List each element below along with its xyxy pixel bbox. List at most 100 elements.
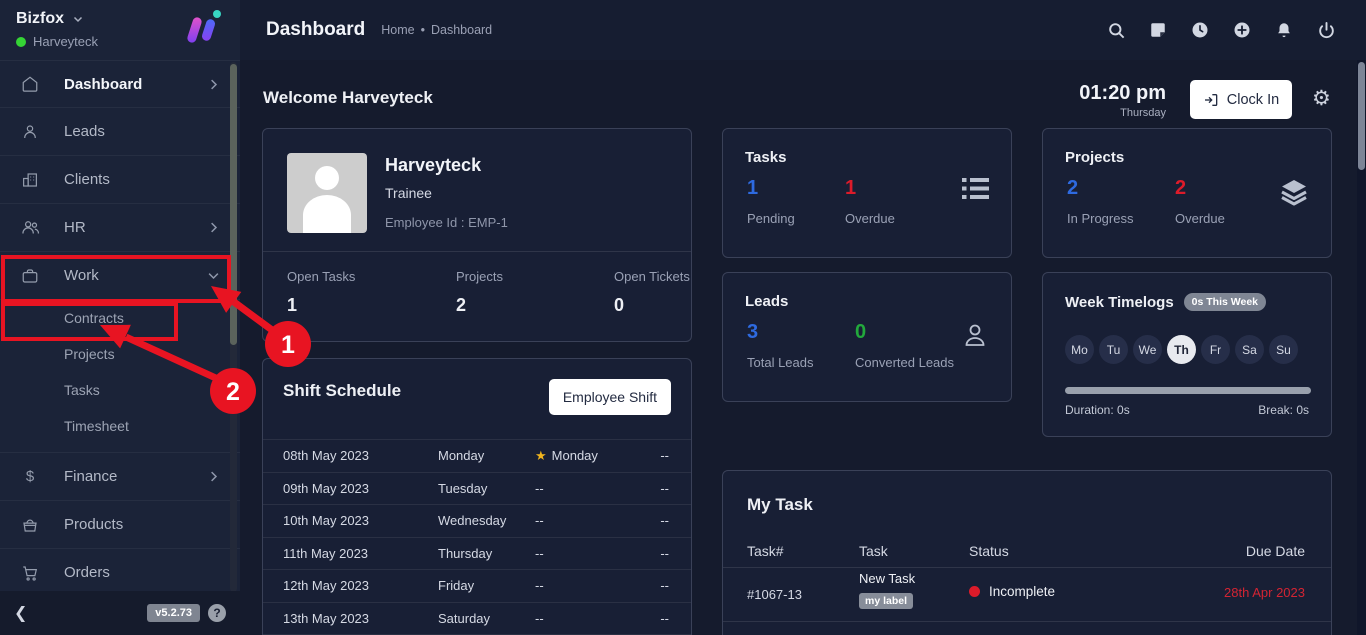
status-dot-icon: [969, 586, 980, 597]
shift-row: 11th May 2023 Thursday -- --: [263, 537, 691, 570]
log-in-icon: [1203, 92, 1219, 108]
version-badge: v5.2.73: [147, 604, 200, 622]
day-su[interactable]: Su: [1269, 335, 1298, 364]
cart-icon: [20, 563, 40, 583]
clock-icon[interactable]: [1190, 20, 1210, 40]
projects-value: 2: [456, 295, 466, 316]
tasks-overdue-label: Overdue: [845, 211, 895, 226]
sidebar-item-work[interactable]: Work: [0, 252, 240, 300]
sidebar-item-orders[interactable]: Orders: [0, 549, 240, 597]
power-icon[interactable]: [1316, 20, 1336, 40]
projects-card: Projects 2 In Progress 2 Overdue: [1042, 128, 1332, 258]
shift-row: 10th May 2023 Wednesday -- --: [263, 504, 691, 537]
help-icon[interactable]: ?: [208, 604, 226, 622]
employee-shift-button[interactable]: Employee Shift: [549, 379, 671, 415]
sidebar-subitem-timesheet[interactable]: Timesheet: [0, 408, 240, 444]
breadcrumb-home[interactable]: Home: [381, 23, 414, 37]
week-timelogs-title: Week Timelogs: [1065, 294, 1174, 311]
topbar-icons: [1106, 20, 1336, 40]
open-tasks-value: 1: [287, 295, 297, 316]
sidebar-item-leads[interactable]: Leads: [0, 108, 240, 156]
clock-in-button[interactable]: Clock In: [1190, 80, 1292, 119]
page-title: Dashboard: [266, 19, 365, 41]
projects-inprogress-label: In Progress: [1067, 211, 1133, 226]
my-task-card: My Task Task# Task Status Due Date #1067…: [722, 470, 1332, 635]
add-icon[interactable]: [1232, 20, 1252, 40]
shift-row: 13th May 2023 Saturday -- --: [263, 602, 691, 635]
projects-label: Projects: [456, 269, 503, 284]
sidebar-footer: ❮ v5.2.73 ?: [0, 591, 240, 635]
sidebar-item-hr[interactable]: HR: [0, 204, 240, 252]
open-tickets-value: 0: [614, 295, 624, 316]
divider: [723, 621, 1331, 622]
week-timelogs-card: Week Timelogs 0s This Week Mo Tu We Th F…: [1042, 272, 1332, 437]
sidebar: Bizfox Harveyteck Dashboard: [0, 0, 240, 635]
divider: [723, 567, 1331, 568]
leads-card-title: Leads: [745, 293, 788, 310]
sidebar-item-products[interactable]: Products: [0, 501, 240, 549]
sidebar-nav: Dashboard Leads Clients: [0, 60, 240, 597]
topbar: Dashboard Home • Dashboard: [240, 0, 1366, 60]
open-tickets-label: Open Tickets: [614, 269, 690, 284]
leads-converted-label: Converted Leads: [855, 355, 954, 370]
briefcase-icon: [20, 266, 40, 286]
chevron-down-icon: [206, 268, 222, 284]
chevron-down-icon: [72, 13, 84, 25]
online-status-dot: [16, 37, 26, 47]
shift-schedule-card: Shift Schedule Employee Shift 08th May 2…: [262, 358, 692, 635]
task-id: #1067-13: [747, 587, 802, 602]
app-screen: Bizfox Harveyteck Dashboard: [0, 0, 1366, 635]
day-fr[interactable]: Fr: [1201, 335, 1230, 364]
week-total-badge: 0s This Week: [1184, 293, 1266, 311]
sidebar-item-clients[interactable]: Clients: [0, 156, 240, 204]
profile-card: Harveyteck Trainee Employee Id : EMP-1 O…: [262, 128, 692, 342]
leads-converted-value: 0: [855, 321, 866, 344]
day-th-active[interactable]: Th: [1167, 335, 1196, 364]
collapse-sidebar-icon[interactable]: ❮: [14, 603, 27, 623]
current-time: 01:20 pm: [1063, 82, 1166, 105]
leads-total-label: Total Leads: [747, 355, 814, 370]
day-we[interactable]: We: [1133, 335, 1162, 364]
my-task-title: My Task: [747, 495, 813, 515]
tasks-pending-value: 1: [747, 177, 758, 200]
day-sa[interactable]: Sa: [1235, 335, 1264, 364]
work-submenu: Contracts Projects Tasks Timesheet: [0, 300, 240, 444]
task-due-date: 28th Apr 2023: [1224, 585, 1305, 600]
timelog-progress-bar: [1065, 387, 1311, 394]
tasks-pending-label: Pending: [747, 211, 795, 226]
page-scrollbar-thumb[interactable]: [1358, 62, 1365, 170]
day-tu[interactable]: Tu: [1099, 335, 1128, 364]
home-icon: [20, 74, 40, 94]
sidebar-subitem-projects[interactable]: Projects: [0, 336, 240, 372]
day-mo[interactable]: Mo: [1065, 335, 1094, 364]
chevron-right-icon: [206, 469, 222, 485]
col-task-id: Task#: [747, 543, 784, 559]
building-icon: [20, 170, 40, 190]
col-status: Status: [969, 543, 1009, 559]
sidebar-subitem-contracts[interactable]: Contracts: [0, 300, 240, 336]
basket-icon: [20, 515, 40, 535]
divider: [263, 251, 691, 252]
projects-card-title: Projects: [1065, 149, 1124, 166]
open-tasks-label: Open Tasks: [287, 269, 355, 284]
notes-icon[interactable]: [1148, 20, 1168, 40]
sidebar-scrollbar-thumb[interactable]: [230, 64, 237, 345]
search-icon[interactable]: [1106, 20, 1126, 40]
notifications-bell-icon[interactable]: [1274, 20, 1294, 40]
task-name[interactable]: New Task: [859, 571, 915, 586]
sidebar-subitem-tasks[interactable]: Tasks: [0, 372, 240, 408]
sidebar-item-finance[interactable]: $ Finance: [0, 453, 240, 501]
projects-inprogress-value: 2: [1067, 177, 1078, 200]
task-list-icon: [962, 177, 989, 200]
breadcrumb-separator: •: [421, 23, 425, 37]
welcome-heading: Welcome Harveyteck: [263, 88, 433, 108]
settings-gear-icon[interactable]: ⚙: [1312, 86, 1331, 111]
col-task: Task: [859, 543, 888, 559]
profile-role: Trainee: [385, 185, 432, 201]
tasks-card-title: Tasks: [745, 149, 786, 166]
duration-text: Duration: 0s: [1065, 403, 1130, 417]
sidebar-item-dashboard[interactable]: Dashboard: [0, 60, 240, 108]
breadcrumb-current: Dashboard: [431, 23, 492, 37]
shift-row: 08th May 2023 Monday ★Monday --: [263, 439, 691, 472]
sidebar-scrollbar: [230, 62, 237, 592]
